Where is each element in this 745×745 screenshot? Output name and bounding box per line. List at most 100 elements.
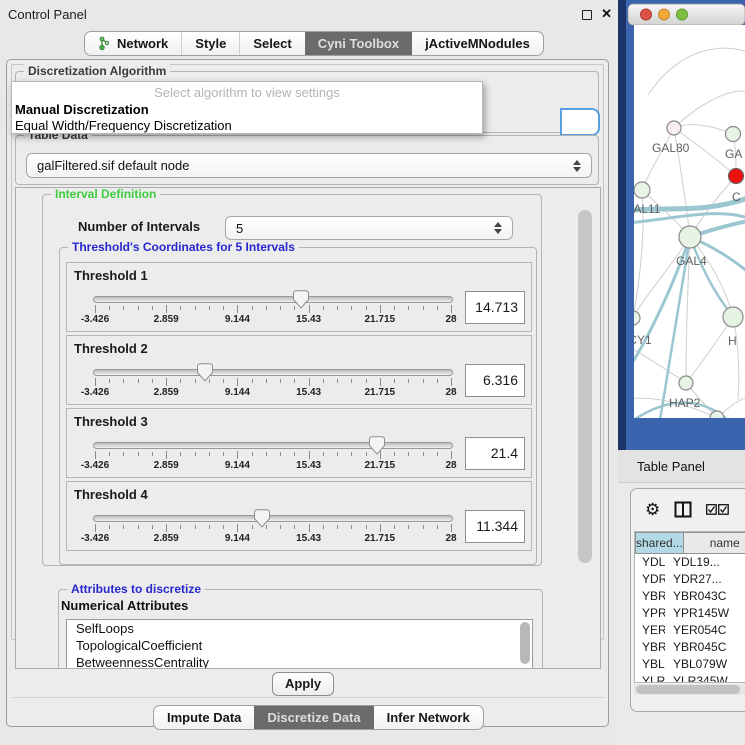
table-row[interactable]: YBL079W YBL079W xyxy=(635,656,745,673)
slider-thumb[interactable] xyxy=(293,290,309,309)
scrollbar-thumb[interactable] xyxy=(636,685,740,694)
network-node-gal80[interactable] xyxy=(667,121,681,135)
node-label: C xyxy=(732,190,741,204)
slider-ticks xyxy=(95,451,451,460)
cell-shared-name[interactable]: YBL079W xyxy=(635,656,665,673)
cell-name[interactable]: YER054C xyxy=(665,622,745,639)
algorithm-popup-menu: Select algorithm to view settings Manual… xyxy=(11,81,483,134)
table-row[interactable]: YBR043C YBR043C xyxy=(635,588,745,605)
slider-thumb[interactable] xyxy=(197,363,213,382)
menu-item-manual-discretization[interactable]: Manual Discretization xyxy=(15,102,149,117)
threshold-2-slider[interactable]: -3.4262.8599.14415.4321.71528 xyxy=(93,362,453,404)
table-row[interactable]: YDR27... YDR27... xyxy=(635,571,745,588)
menu-item-equal-width-frequency[interactable]: Equal Width/Frequency Discretization xyxy=(15,118,232,133)
cell-name[interactable]: YBR045C xyxy=(665,639,745,656)
apply-button[interactable]: Apply xyxy=(272,672,334,696)
attribute-list-item[interactable]: SelfLoops xyxy=(67,620,532,637)
group-title: Attributes to discretize xyxy=(67,582,205,596)
columns-icon[interactable] xyxy=(674,501,692,518)
network-view-window: GAL80 GA GAL11 C GAL4 GCY1 H HAP2 xyxy=(618,0,745,450)
threshold-4-value-field[interactable]: 11.344 xyxy=(465,510,525,543)
slider-ticks xyxy=(95,305,451,314)
column-header-name[interactable]: name xyxy=(684,532,745,554)
table-row[interactable]: YBR045C YBR045C xyxy=(635,639,745,656)
gear-icon[interactable]: ⚙ xyxy=(645,501,660,518)
cell-name[interactable]: YDL19... xyxy=(665,554,745,571)
tab-jactivemnodules[interactable]: jActiveMNodules xyxy=(412,32,543,55)
number-of-intervals-combobox[interactable]: 5 xyxy=(225,216,513,240)
attribute-list-item[interactable]: BetweennessCentrality xyxy=(67,654,532,669)
tick-labels: -3.4262.8599.14415.4321.71528 xyxy=(95,460,451,472)
combo-value: galFiltered.sif default node xyxy=(37,158,189,173)
cell-name[interactable]: YPR145W xyxy=(665,605,745,622)
table-rows: YDL19... YDL19...YDR27... YDR27...YBR043… xyxy=(635,554,745,683)
list-scrollbar[interactable] xyxy=(520,622,530,664)
table-row[interactable]: YER054C YER054C xyxy=(635,622,745,639)
tab-network[interactable]: Network xyxy=(85,32,181,55)
cell-shared-name[interactable]: YLR345W xyxy=(635,673,665,683)
tab-impute-data[interactable]: Impute Data xyxy=(154,706,254,729)
combo-value: 5 xyxy=(236,221,243,236)
threshold-2-value-field[interactable]: 6.316 xyxy=(465,364,525,397)
node-label: H xyxy=(728,334,737,348)
tab-select[interactable]: Select xyxy=(239,32,304,55)
checkbox-icons[interactable] xyxy=(706,504,729,515)
close-icon[interactable]: ✕ xyxy=(601,6,612,22)
cell-shared-name[interactable]: YPR145W xyxy=(635,605,665,622)
cell-name[interactable]: YBL079W xyxy=(665,656,745,673)
threshold-1-slider[interactable]: -3.4262.8599.14415.4321.71528 xyxy=(93,289,453,331)
cell-name[interactable]: YBR043C xyxy=(665,588,745,605)
cell-shared-name[interactable]: YBR043C xyxy=(635,588,665,605)
slider-track[interactable] xyxy=(93,515,453,522)
network-node-hap2[interactable] xyxy=(679,376,693,390)
table-data-combobox[interactable]: galFiltered.sif default node xyxy=(26,153,592,178)
tick-labels: -3.4262.8599.14415.4321.71528 xyxy=(95,387,451,399)
threshold-3-value-field[interactable]: 21.4 xyxy=(465,437,525,470)
numerical-attributes-list[interactable]: SelfLoopsTopologicalCoefficientBetweenne… xyxy=(66,619,533,669)
table-panel-titlebar: Table Panel xyxy=(618,450,745,483)
network-node-selected-red[interactable] xyxy=(729,169,744,184)
list-items: SelfLoopsTopologicalCoefficientBetweenne… xyxy=(67,620,532,669)
attribute-list-item[interactable]: TopologicalCoefficient xyxy=(67,637,532,654)
table-row[interactable]: YPR145W YPR145W xyxy=(635,605,745,622)
table-panel-title: Table Panel xyxy=(637,459,705,474)
float-window-icon[interactable] xyxy=(582,10,592,20)
network-node-gal4[interactable] xyxy=(679,226,701,248)
network-icon xyxy=(98,36,112,51)
group-title: Interval Definition xyxy=(51,187,160,201)
column-header-shared-name[interactable]: shared... xyxy=(635,532,684,554)
zoom-traffic-light[interactable] xyxy=(677,9,688,20)
cell-shared-name[interactable]: YER054C xyxy=(635,622,665,639)
table-row[interactable]: YDL19... YDL19... xyxy=(635,554,745,571)
cell-shared-name[interactable]: YDL19... xyxy=(635,554,665,571)
cell-name[interactable]: YDR27... xyxy=(665,571,745,588)
bottom-tabbar: Impute Data Discretize Data Infer Networ… xyxy=(153,705,484,730)
threshold-4-slider[interactable]: -3.4262.8599.14415.4321.71528 xyxy=(93,508,453,550)
attributes-group: Attributes to discretize Numerical Attri… xyxy=(58,589,543,669)
table-row[interactable]: YLR345W YLR345W xyxy=(635,673,745,683)
cell-name[interactable]: YLR345W xyxy=(665,673,745,683)
slider-thumb[interactable] xyxy=(254,509,270,528)
tab-cyni-toolbox[interactable]: Cyni Toolbox xyxy=(305,32,412,55)
horizontal-scrollbar[interactable] xyxy=(634,684,745,695)
threshold-4-panel: Threshold 4 -3.4262.8599.14415.4321.7152… xyxy=(66,481,532,551)
slider-track[interactable] xyxy=(93,369,453,376)
slider-thumb[interactable] xyxy=(369,436,385,455)
slider-track[interactable] xyxy=(93,442,453,449)
node-table: shared... name YDL19... YDL19...YDR27...… xyxy=(634,531,745,683)
close-traffic-light[interactable] xyxy=(641,9,652,20)
tab-style[interactable]: Style xyxy=(181,32,239,55)
threshold-3-slider[interactable]: -3.4262.8599.14415.4321.71528 xyxy=(93,435,453,477)
threshold-1-value-field[interactable]: 14.713 xyxy=(465,291,525,324)
minimize-traffic-light[interactable] xyxy=(659,9,670,20)
network-node[interactable] xyxy=(726,127,741,142)
slider-track[interactable] xyxy=(93,296,453,303)
vertical-scrollbar[interactable] xyxy=(578,210,592,563)
tab-infer-network[interactable]: Infer Network xyxy=(374,706,483,729)
cell-shared-name[interactable]: YDR27... xyxy=(635,571,665,588)
algorithm-combobox-fragment[interactable] xyxy=(560,108,600,136)
network-node-gal11[interactable] xyxy=(634,182,650,198)
cell-shared-name[interactable]: YBR045C xyxy=(635,639,665,656)
network-node[interactable] xyxy=(723,307,743,327)
tab-discretize-data[interactable]: Discretize Data xyxy=(254,706,373,729)
